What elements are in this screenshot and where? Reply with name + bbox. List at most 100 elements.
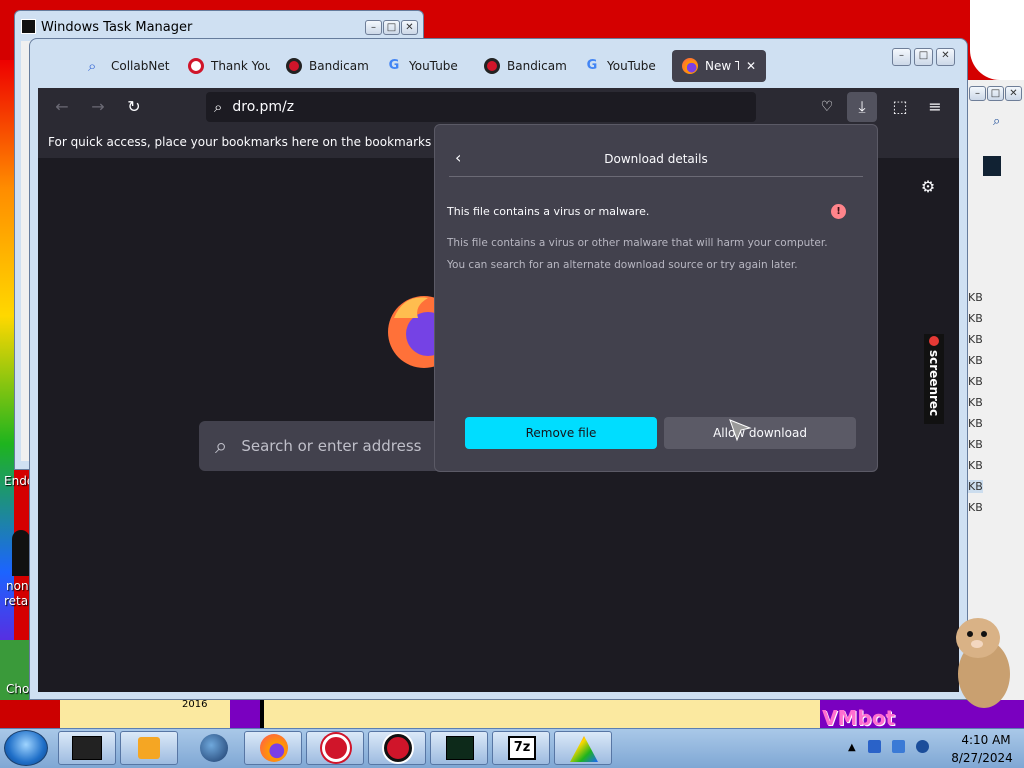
google-icon: G	[388, 58, 400, 73]
tray-expand-icon[interactable]: ▲	[848, 742, 856, 753]
wallpaper-yellow-shape	[60, 700, 240, 730]
ff-close-button[interactable]: ✕	[936, 48, 955, 66]
volume-icon[interactable]	[916, 740, 929, 753]
tab-label: YouTube	[409, 59, 458, 73]
url-text: dro.pm/z	[232, 99, 295, 115]
desktop-icon-label-non[interactable]: non	[6, 579, 29, 593]
pocket-icon[interactable]: ♡	[812, 92, 842, 122]
forward-arrow-icon[interactable]: →	[83, 92, 113, 122]
chevron-left-icon[interactable]: ‹	[455, 148, 461, 167]
size-label: KB	[968, 312, 983, 325]
clock-time[interactable]: 4:10 AM	[950, 733, 1022, 747]
back-arrow-icon[interactable]: ←	[47, 92, 77, 122]
extensions-icon[interactable]: ⬚	[885, 92, 915, 122]
hamster-sticker	[956, 618, 1010, 708]
ff-maximize-button[interactable]: □	[914, 48, 933, 66]
tm-minimize-button[interactable]: –	[365, 20, 382, 35]
tab-label: CollabNet	[111, 59, 170, 73]
tm-close-button[interactable]: ✕	[401, 20, 418, 35]
size-label: KB	[968, 375, 983, 388]
size-label: KB	[968, 354, 983, 367]
record-dot-icon	[929, 336, 939, 346]
size-label: KB	[968, 396, 983, 409]
monitor-icon	[72, 736, 102, 760]
new-tab-search-box[interactable]: ⌕ Search or enter address	[199, 421, 445, 471]
network-icon[interactable]	[892, 740, 905, 753]
tab-collabnet[interactable]: ⌕ CollabNet	[78, 50, 170, 82]
download-details-panel: ‹ Download details This file contains a …	[434, 124, 878, 472]
search-icon[interactable]: ⌕	[993, 114, 1000, 129]
firefox-icon	[682, 58, 698, 74]
tab-label: Bandicam	[309, 59, 368, 73]
screenrec-widget[interactable]: screenrec	[924, 334, 944, 424]
size-label: KB	[968, 501, 983, 514]
search-icon: ⌕	[88, 57, 97, 75]
bookmarks-hint-text: For quick access, place your bookmarks h…	[48, 135, 481, 149]
size-label: KB	[968, 459, 983, 472]
mouse-cursor-icon	[729, 419, 752, 442]
screenrec-label: screenrec	[927, 350, 941, 417]
tab-label: New Tab	[705, 59, 739, 73]
bg-close-button[interactable]: ✕	[1005, 86, 1022, 101]
tab-label: Thank You	[211, 59, 270, 73]
search-icon: ⌕	[215, 433, 228, 459]
tab-youtube-1[interactable]: G YouTube	[376, 50, 468, 82]
reload-icon[interactable]: ↻	[119, 92, 149, 122]
tab-youtube-2[interactable]: G YouTube	[574, 50, 666, 82]
close-tab-icon[interactable]: ✕	[746, 59, 756, 73]
size-label: KB	[968, 291, 983, 304]
task-manager-title: Windows Task Manager	[41, 20, 193, 35]
tm-maximize-button[interactable]: □	[383, 20, 400, 35]
bg-maximize-button[interactable]: □	[987, 86, 1004, 101]
size-label: KB	[968, 333, 983, 346]
remove-file-button[interactable]: Remove file	[465, 417, 657, 449]
panel-header: ‹ Download details	[449, 141, 863, 177]
allow-download-button[interactable]: Allow download	[664, 417, 856, 449]
bg-minimize-button[interactable]: –	[969, 86, 986, 101]
desktop-icon-label-cho[interactable]: Cho	[6, 682, 29, 696]
size-label: KB	[968, 480, 983, 493]
warning-icon: !	[831, 204, 846, 219]
google-icon: G	[586, 58, 598, 73]
firefox-icon	[260, 734, 288, 762]
tab-thank-you[interactable]: Thank You	[178, 50, 270, 82]
record-icon	[384, 734, 412, 762]
tray-app-icon[interactable]	[868, 740, 881, 753]
bandicam-icon	[286, 58, 302, 74]
warning-title: This file contains a virus or malware.	[447, 205, 650, 218]
search-placeholder: Search or enter address	[241, 437, 422, 455]
resource-monitor-icon	[446, 736, 474, 760]
tab-label: YouTube	[607, 59, 656, 73]
7zip-icon: 7z	[508, 736, 536, 760]
menu-icon[interactable]: ≡	[920, 92, 950, 122]
panel-title: Download details	[604, 151, 708, 166]
desktop-icon[interactable]	[12, 530, 30, 576]
media-player-icon	[138, 737, 160, 759]
clock-date[interactable]: 8/27/2024	[940, 751, 1024, 765]
tab-bandicam-2[interactable]: Bandicam	[474, 50, 566, 82]
url-bar[interactable]: ⌕ dro.pm/z	[206, 92, 756, 122]
start-button[interactable]	[4, 730, 48, 766]
task-manager-icon	[21, 19, 36, 34]
globe-icon	[200, 734, 228, 762]
ff-minimize-button[interactable]: –	[892, 48, 911, 66]
size-label: KB	[968, 438, 983, 451]
bandicam-icon	[484, 58, 500, 74]
desktop-year-text: 2016	[182, 699, 208, 710]
tab-bandicam-1[interactable]: Bandicam	[276, 50, 368, 82]
gear-icon[interactable]: ⚙	[913, 172, 943, 202]
warning-text-line2: You can search for an alternate download…	[447, 259, 798, 271]
warning-text-line1: This file contains a virus or other malw…	[447, 237, 828, 249]
search-icon: ⌕	[214, 98, 223, 116]
size-label: KB	[968, 417, 983, 430]
downloads-icon[interactable]: ⤓	[847, 92, 877, 122]
wallpaper-yellow-shape-2	[260, 700, 820, 730]
background-explorer-window[interactable]: – □ ✕ ⌕	[966, 80, 1024, 700]
file-icon	[983, 156, 1001, 176]
tab-label: Bandicam	[507, 59, 566, 73]
vm-logo-text: VMbot	[822, 706, 895, 730]
tab-bar: ⌕ CollabNet Thank You Bandicam G YouTube…	[36, 46, 852, 84]
wallpaper-white-shape	[970, 0, 1024, 80]
record-icon	[322, 734, 350, 762]
tab-new-tab[interactable]: New Tab ✕	[672, 50, 766, 82]
